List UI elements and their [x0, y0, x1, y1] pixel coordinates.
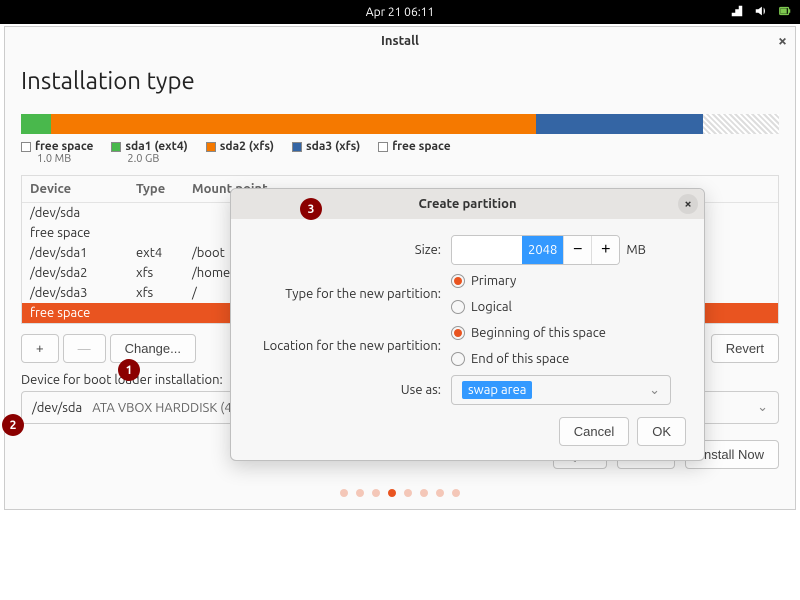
partition-diagram — [21, 114, 779, 134]
clock: Apr 21 06:11 — [366, 6, 434, 19]
annotation-badge: 1 — [118, 359, 140, 381]
battery-icon[interactable] — [778, 4, 792, 21]
size-label: Size: — [241, 243, 451, 257]
partition-legend: free space1.0 MB sda1 (ext4)2.0 GB sda2 … — [21, 140, 779, 165]
volume-icon[interactable] — [754, 4, 768, 21]
radio-end[interactable]: End of this space — [451, 352, 569, 366]
progress-dots — [21, 489, 779, 497]
cancel-button[interactable]: Cancel — [559, 417, 629, 446]
annotation-badge: 2 — [2, 414, 24, 436]
size-spinner[interactable]: 2048 − + — [451, 235, 620, 265]
annotation-badge: 3 — [300, 198, 322, 220]
network-icon[interactable] — [730, 4, 744, 21]
create-partition-dialog: Create partition × Size: 2048 − + MB Typ… — [230, 188, 705, 461]
size-unit: MB — [626, 243, 646, 257]
system-tray — [730, 4, 792, 21]
page-title: Installation type — [21, 67, 779, 94]
radio-primary[interactable]: Primary — [451, 274, 516, 288]
remove-button[interactable]: — — [63, 334, 106, 363]
chevron-down-icon: ⌄ — [649, 383, 660, 398]
chevron-down-icon: ⌄ — [757, 400, 768, 415]
close-icon[interactable]: × — [778, 32, 787, 50]
add-button[interactable]: + — [21, 334, 59, 363]
use-as-select[interactable]: swap area ⌄ — [451, 375, 671, 405]
radio-beginning[interactable]: Beginning of this space — [451, 326, 606, 340]
size-input[interactable] — [452, 236, 522, 264]
ok-button[interactable]: OK — [637, 417, 686, 446]
window-title: Install — [381, 34, 419, 48]
decrement-button[interactable]: − — [563, 236, 591, 264]
radio-logical[interactable]: Logical — [451, 300, 512, 314]
close-icon[interactable]: × — [678, 194, 698, 214]
revert-button[interactable]: Revert — [711, 334, 779, 363]
increment-button[interactable]: + — [591, 236, 619, 264]
change-button[interactable]: Change... — [110, 334, 196, 363]
window-titlebar: Install × — [5, 27, 795, 55]
menubar: Apr 21 06:11 — [0, 0, 800, 24]
